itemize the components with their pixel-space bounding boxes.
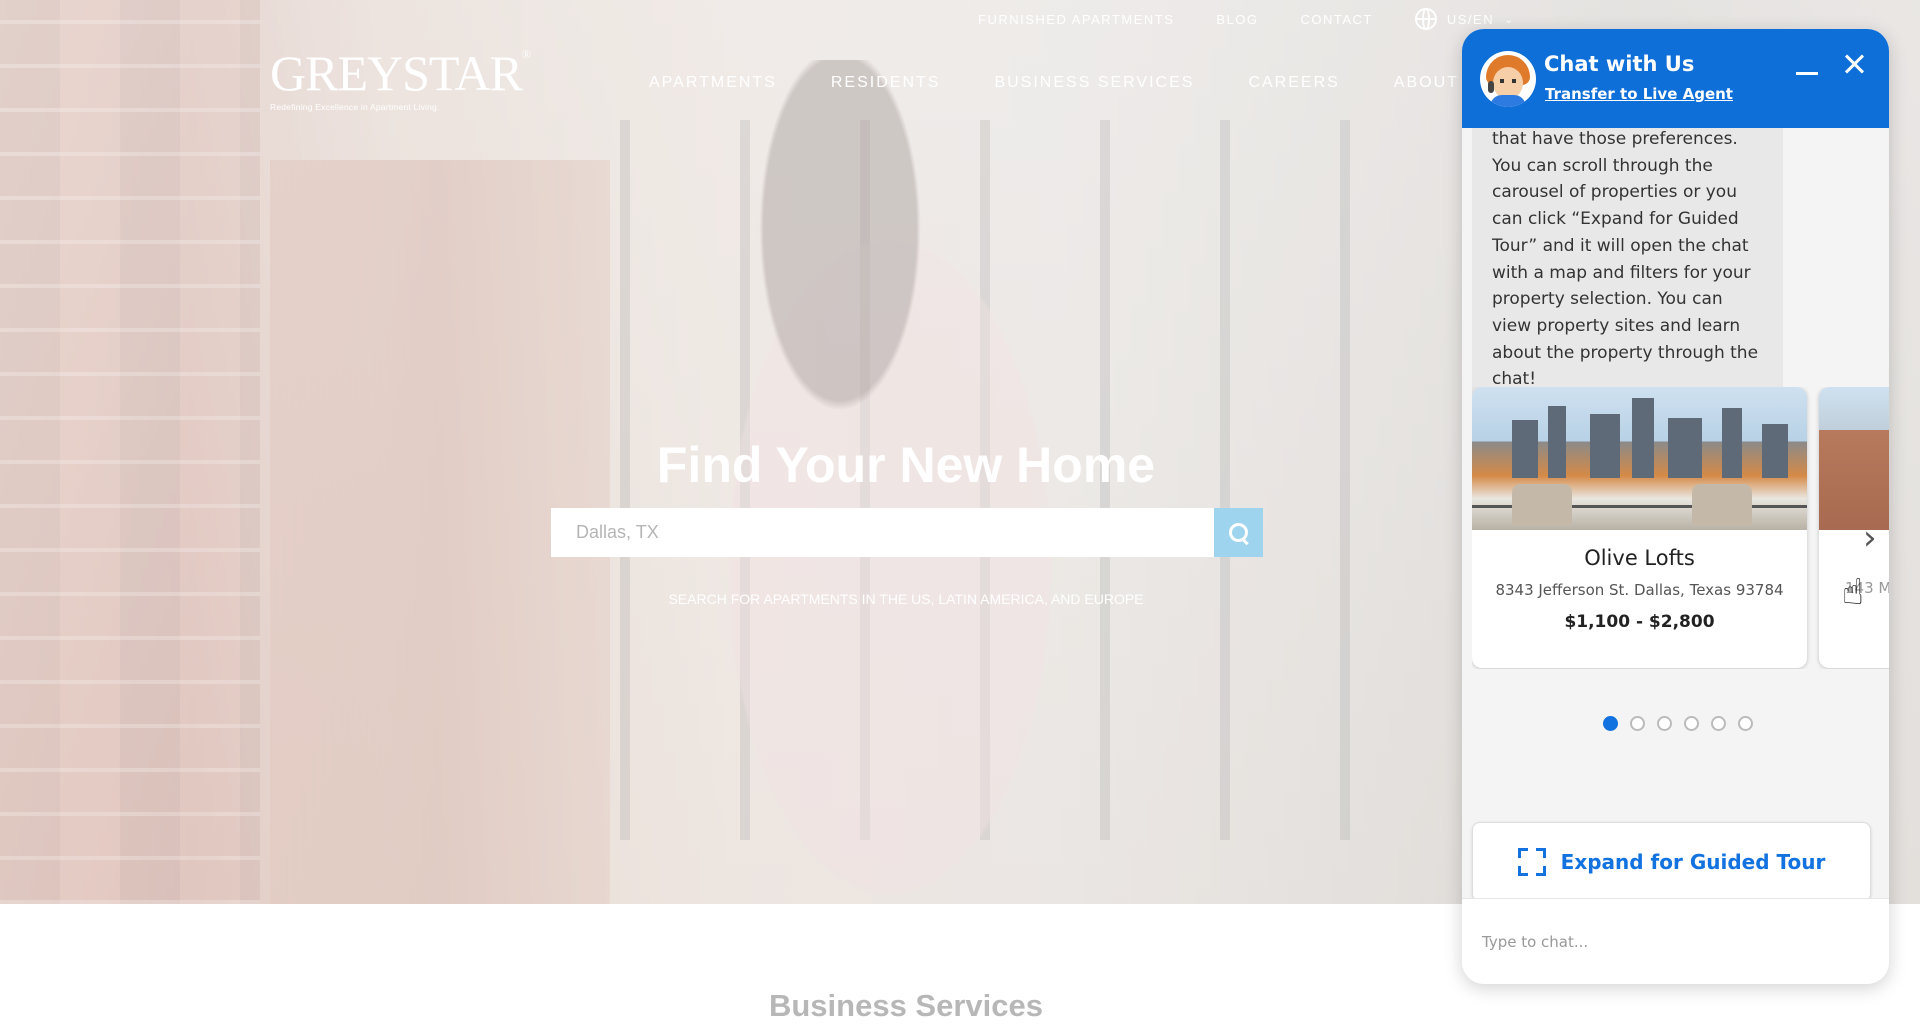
utility-nav: FURNISHED APARTMENTS BLOG CONTACT US/EN … [978,8,1515,30]
nav-residents[interactable]: RESIDENTS [831,74,941,92]
expand-guided-tour-button[interactable]: Expand for Guided Tour [1472,822,1871,898]
chat-title: Chat with Us [1544,52,1695,76]
carousel-dot[interactable] [1684,716,1699,731]
property-photo [1472,387,1807,530]
property-carousel[interactable]: Olive Lofts 8343 Jefferson St. Dallas, T… [1472,387,1889,669]
logo-brand: GREYSTAR [270,45,523,101]
expand-icon [1517,848,1546,876]
chat-composer [1462,898,1889,984]
property-address: 8343 Jefferson St. Dallas, Texas 93784 [1495,581,1784,599]
carousel-dot[interactable] [1657,716,1672,731]
chat-widget: Chat with Us Transfer to Live Agent that… [1462,29,1889,984]
main-nav: APARTMENTS RESIDENTS BUSINESS SERVICES C… [649,74,1493,92]
bot-message: that have those preferences. You can scr… [1472,128,1783,408]
carousel-dot[interactable] [1603,716,1618,731]
carousel-pagination [1603,716,1753,731]
greystar-logo[interactable]: GREYSTAR® Redefining Excellence in Apart… [270,45,531,112]
property-price: $1,100 - $2,800 [1564,612,1715,632]
property-card[interactable]: Olive Lofts 8343 Jefferson St. Dallas, T… [1472,387,1807,668]
section-title: Business Services [768,988,1043,1023]
globe-icon [1414,8,1437,30]
expand-label: Expand for Guided Tour [1560,850,1826,874]
property-card[interactable]: 143 M [1819,387,1889,668]
carousel-dot[interactable] [1711,716,1726,731]
chat-header: Chat with Us Transfer to Live Agent [1462,29,1889,128]
carousel-next-icon[interactable]: › [1863,521,1877,555]
chat-input[interactable] [1462,899,1889,984]
close-icon[interactable] [1842,52,1866,76]
locale-selector[interactable]: US/EN ⌄ [1414,8,1515,30]
search-icon [1228,522,1249,543]
agent-avatar [1480,51,1536,107]
logo-tagline: Redefining Excellence in Apartment Livin… [270,102,440,112]
utility-link-furnished[interactable]: FURNISHED APARTMENTS [978,12,1174,27]
hand-cursor-icon: ☝ [1842,572,1864,613]
carousel-dot[interactable] [1630,716,1645,731]
utility-link-blog[interactable]: BLOG [1216,12,1258,27]
nav-apartments[interactable]: APARTMENTS [649,74,777,92]
locale-label: US/EN [1446,11,1495,27]
registered-mark-icon: ® [521,47,531,61]
carousel-dot[interactable] [1738,716,1753,731]
property-photo [1819,387,1889,530]
chevron-down-icon: ⌄ [1504,13,1515,26]
transfer-live-agent-link[interactable]: Transfer to Live Agent [1545,85,1733,103]
nav-careers[interactable]: CAREERS [1248,74,1339,92]
nav-business-services[interactable]: BUSINESS SERVICES [994,74,1194,92]
search-button[interactable] [1214,508,1263,557]
utility-link-contact[interactable]: CONTACT [1301,12,1373,27]
hero-search [551,508,1263,557]
search-input[interactable] [551,508,1214,557]
property-name: Olive Lofts [1584,546,1695,570]
minimize-icon[interactable] [1796,62,1818,84]
chat-messages[interactable]: that have those preferences. You can scr… [1462,128,1889,898]
